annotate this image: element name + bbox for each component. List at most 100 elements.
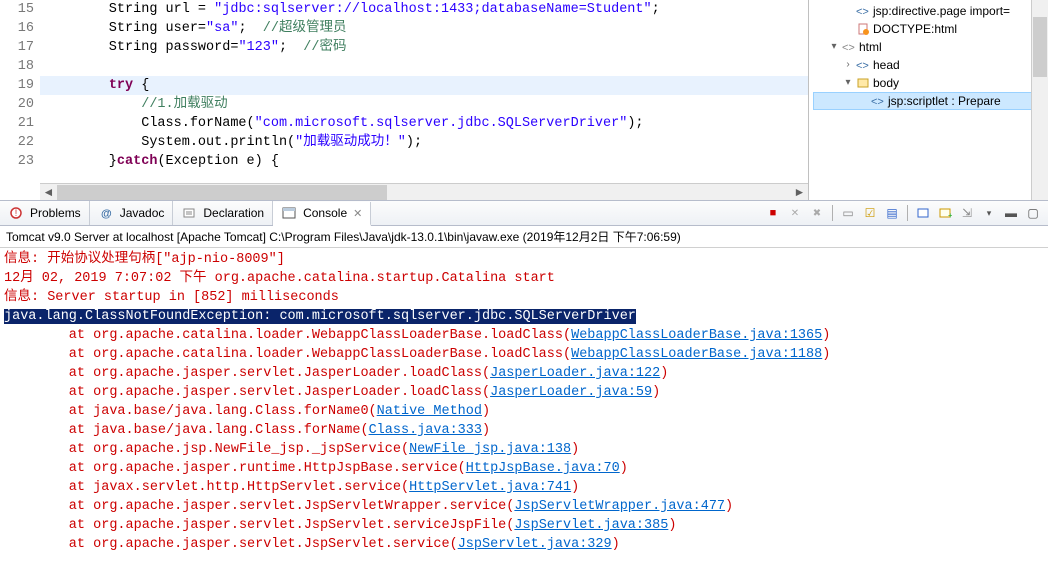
console-line[interactable]: at org.apache.catalina.loader.WebappClas… [4, 326, 1044, 345]
tab-close-icon[interactable]: ✕ [353, 207, 362, 220]
stacktrace-link[interactable]: JspServletWrapper.java:477 [514, 499, 725, 514]
problems-icon: ! [8, 205, 24, 221]
console-text: java.lang.ClassNotFoundException: com.mi… [4, 309, 636, 324]
stacktrace-link[interactable]: HttpServlet.java:741 [409, 480, 571, 495]
console-line[interactable]: at org.apache.jasper.servlet.JspServlet.… [4, 516, 1044, 535]
stacktrace-link[interactable]: Native Method [377, 404, 482, 419]
console-line[interactable]: at org.apache.jsp.NewFile_jsp._jspServic… [4, 440, 1044, 459]
console-text: at org.apache.jasper.servlet.JasperLoade… [4, 385, 490, 400]
outline-item[interactable]: ›<>head [813, 56, 1046, 74]
tab-problems[interactable]: ! Problems [0, 201, 90, 225]
console-line[interactable]: 12月 02, 2019 7:07:02 下午 org.apache.catal… [4, 269, 1044, 288]
console-line[interactable]: at org.apache.jasper.servlet.JasperLoade… [4, 383, 1044, 402]
scroll-track[interactable] [57, 185, 791, 200]
expand-toggle-icon[interactable]: ▾ [841, 74, 855, 92]
minimize-view-button[interactable]: ▬ [1002, 204, 1020, 222]
line-number: 19 [0, 76, 34, 95]
display-selected-button[interactable] [914, 204, 932, 222]
code-line[interactable]: String password="123"; //密码 [40, 38, 808, 57]
scroll-lock-icon: ☑ [865, 206, 876, 220]
console-output[interactable]: 信息: 开始协议处理句柄["ajp-nio-8009"]12月 02, 2019… [0, 248, 1048, 587]
console-text: ) [620, 461, 628, 476]
outline-item[interactable]: <>jsp:scriptlet : Prepare [813, 92, 1046, 110]
stacktrace-link[interactable]: NewFile_jsp.java:138 [409, 442, 571, 457]
outline-item[interactable]: ▾<>html [813, 38, 1046, 56]
console-line[interactable]: at javax.servlet.http.HttpServlet.servic… [4, 478, 1044, 497]
pin-icon: ⇲ [962, 206, 972, 220]
stacktrace-link[interactable]: WebappClassLoaderBase.java:1365 [571, 328, 822, 343]
tab-javadoc[interactable]: @ Javadoc [90, 201, 174, 225]
pin-console-button[interactable]: ⇲ [958, 204, 976, 222]
console-line[interactable]: at org.apache.jasper.servlet.JspServletW… [4, 497, 1044, 516]
scroll-left-arrow-icon[interactable]: ◄ [40, 185, 57, 200]
code-line[interactable]: try { [40, 76, 808, 95]
svg-text:<>: <> [842, 42, 855, 54]
console-line[interactable]: at org.apache.jasper.runtime.HttpJspBase… [4, 459, 1044, 478]
terminate-button[interactable]: ■ [764, 204, 782, 222]
declaration-icon [181, 205, 197, 221]
clear-console-button[interactable]: ▭ [839, 204, 857, 222]
console-text: at org.apache.jasper.runtime.HttpJspBase… [4, 461, 466, 476]
stacktrace-link[interactable]: JasperLoader.java:122 [490, 366, 660, 381]
code-token [44, 78, 109, 93]
console-line[interactable]: 信息: 开始协议处理句柄["ajp-nio-8009"] [4, 250, 1044, 269]
console-text: at org.apache.catalina.loader.WebappClas… [4, 347, 571, 362]
remove-launch-button[interactable]: ✕ [786, 204, 804, 222]
code-line[interactable]: System.out.println("加载驱动成功！"); [40, 133, 808, 152]
expand-toggle-icon[interactable]: › [841, 56, 855, 74]
code-token: "jdbc:sqlserver://localhost:1433;databas… [214, 2, 651, 17]
scroll-thumb[interactable] [57, 185, 387, 200]
code-line[interactable]: Class.forName("com.microsoft.sqlserver.j… [40, 114, 808, 133]
stacktrace-link[interactable]: Class.java:333 [369, 423, 482, 438]
console-icon [281, 205, 297, 221]
code-line[interactable]: String url = "jdbc:sqlserver://localhost… [40, 0, 808, 19]
console-text: ) [822, 347, 830, 362]
line-number: 18 [0, 57, 34, 76]
svg-text:!: ! [15, 208, 18, 218]
line-number: 16 [0, 19, 34, 38]
console-line[interactable]: at org.apache.catalina.loader.WebappClas… [4, 345, 1044, 364]
code-line[interactable]: //1.加载驱动 [40, 95, 808, 114]
stacktrace-link[interactable]: WebappClassLoaderBase.java:1188 [571, 347, 822, 362]
tab-declaration[interactable]: Declaration [173, 201, 273, 225]
outline-item[interactable]: ▾body [813, 74, 1046, 92]
remove-icon: ✕ [791, 208, 799, 219]
scroll-right-arrow-icon[interactable]: ► [791, 185, 808, 200]
open-console-button[interactable]: + [936, 204, 954, 222]
code-line[interactable]: String user="sa"; //超级管理员 [40, 19, 808, 38]
code-token: } [44, 154, 117, 169]
stacktrace-link[interactable]: JasperLoader.java:59 [490, 385, 652, 400]
code-area[interactable]: String url = "jdbc:sqlserver://localhost… [40, 0, 808, 200]
console-line[interactable]: at java.base/java.lang.Class.forName(Cla… [4, 421, 1044, 440]
code-token: "加载驱动成功！" [295, 135, 406, 150]
code-line[interactable] [40, 57, 808, 76]
code-token: "sa" [206, 21, 238, 36]
code-line[interactable]: }catch(Exception e) { [40, 152, 808, 171]
maximize-view-button[interactable]: ▢ [1024, 204, 1042, 222]
word-wrap-button[interactable]: ▤ [883, 204, 901, 222]
console-line[interactable]: 信息: Server startup in [852] milliseconds [4, 288, 1044, 307]
console-line[interactable]: at org.apache.jasper.servlet.JspServlet.… [4, 535, 1044, 554]
console-line[interactable]: at org.apache.jasper.servlet.JasperLoade… [4, 364, 1044, 383]
code-token: String user= [44, 21, 206, 36]
code-token: ; [652, 2, 660, 17]
outline-scroll-thumb[interactable] [1033, 17, 1047, 77]
view-menu-button[interactable]: ▾ [980, 204, 998, 222]
svg-text:<>: <> [856, 60, 869, 72]
remove-all-button[interactable]: ✖ [808, 204, 826, 222]
stacktrace-link[interactable]: JspServlet.java:385 [514, 518, 668, 533]
stacktrace-link[interactable]: JspServlet.java:329 [458, 537, 612, 552]
expand-toggle-icon[interactable]: ▾ [827, 38, 841, 56]
outline-item[interactable]: DOCTYPE:html [813, 20, 1046, 38]
tab-console[interactable]: Console ✕ [273, 202, 371, 226]
console-line[interactable]: at java.base/java.lang.Class.forName0(Na… [4, 402, 1044, 421]
console-line[interactable]: java.lang.ClassNotFoundException: com.mi… [4, 307, 1044, 326]
line-number: 17 [0, 38, 34, 57]
stacktrace-link[interactable]: HttpJspBase.java:70 [466, 461, 620, 476]
editor-horizontal-scrollbar[interactable]: ◄ ► [40, 183, 808, 200]
svg-text:+: + [948, 211, 952, 220]
wrap-icon: ▤ [886, 206, 897, 220]
outline-item[interactable]: <>jsp:directive.page import= [813, 2, 1046, 20]
outline-vertical-scrollbar[interactable] [1031, 0, 1048, 200]
scroll-lock-button[interactable]: ☑ [861, 204, 879, 222]
